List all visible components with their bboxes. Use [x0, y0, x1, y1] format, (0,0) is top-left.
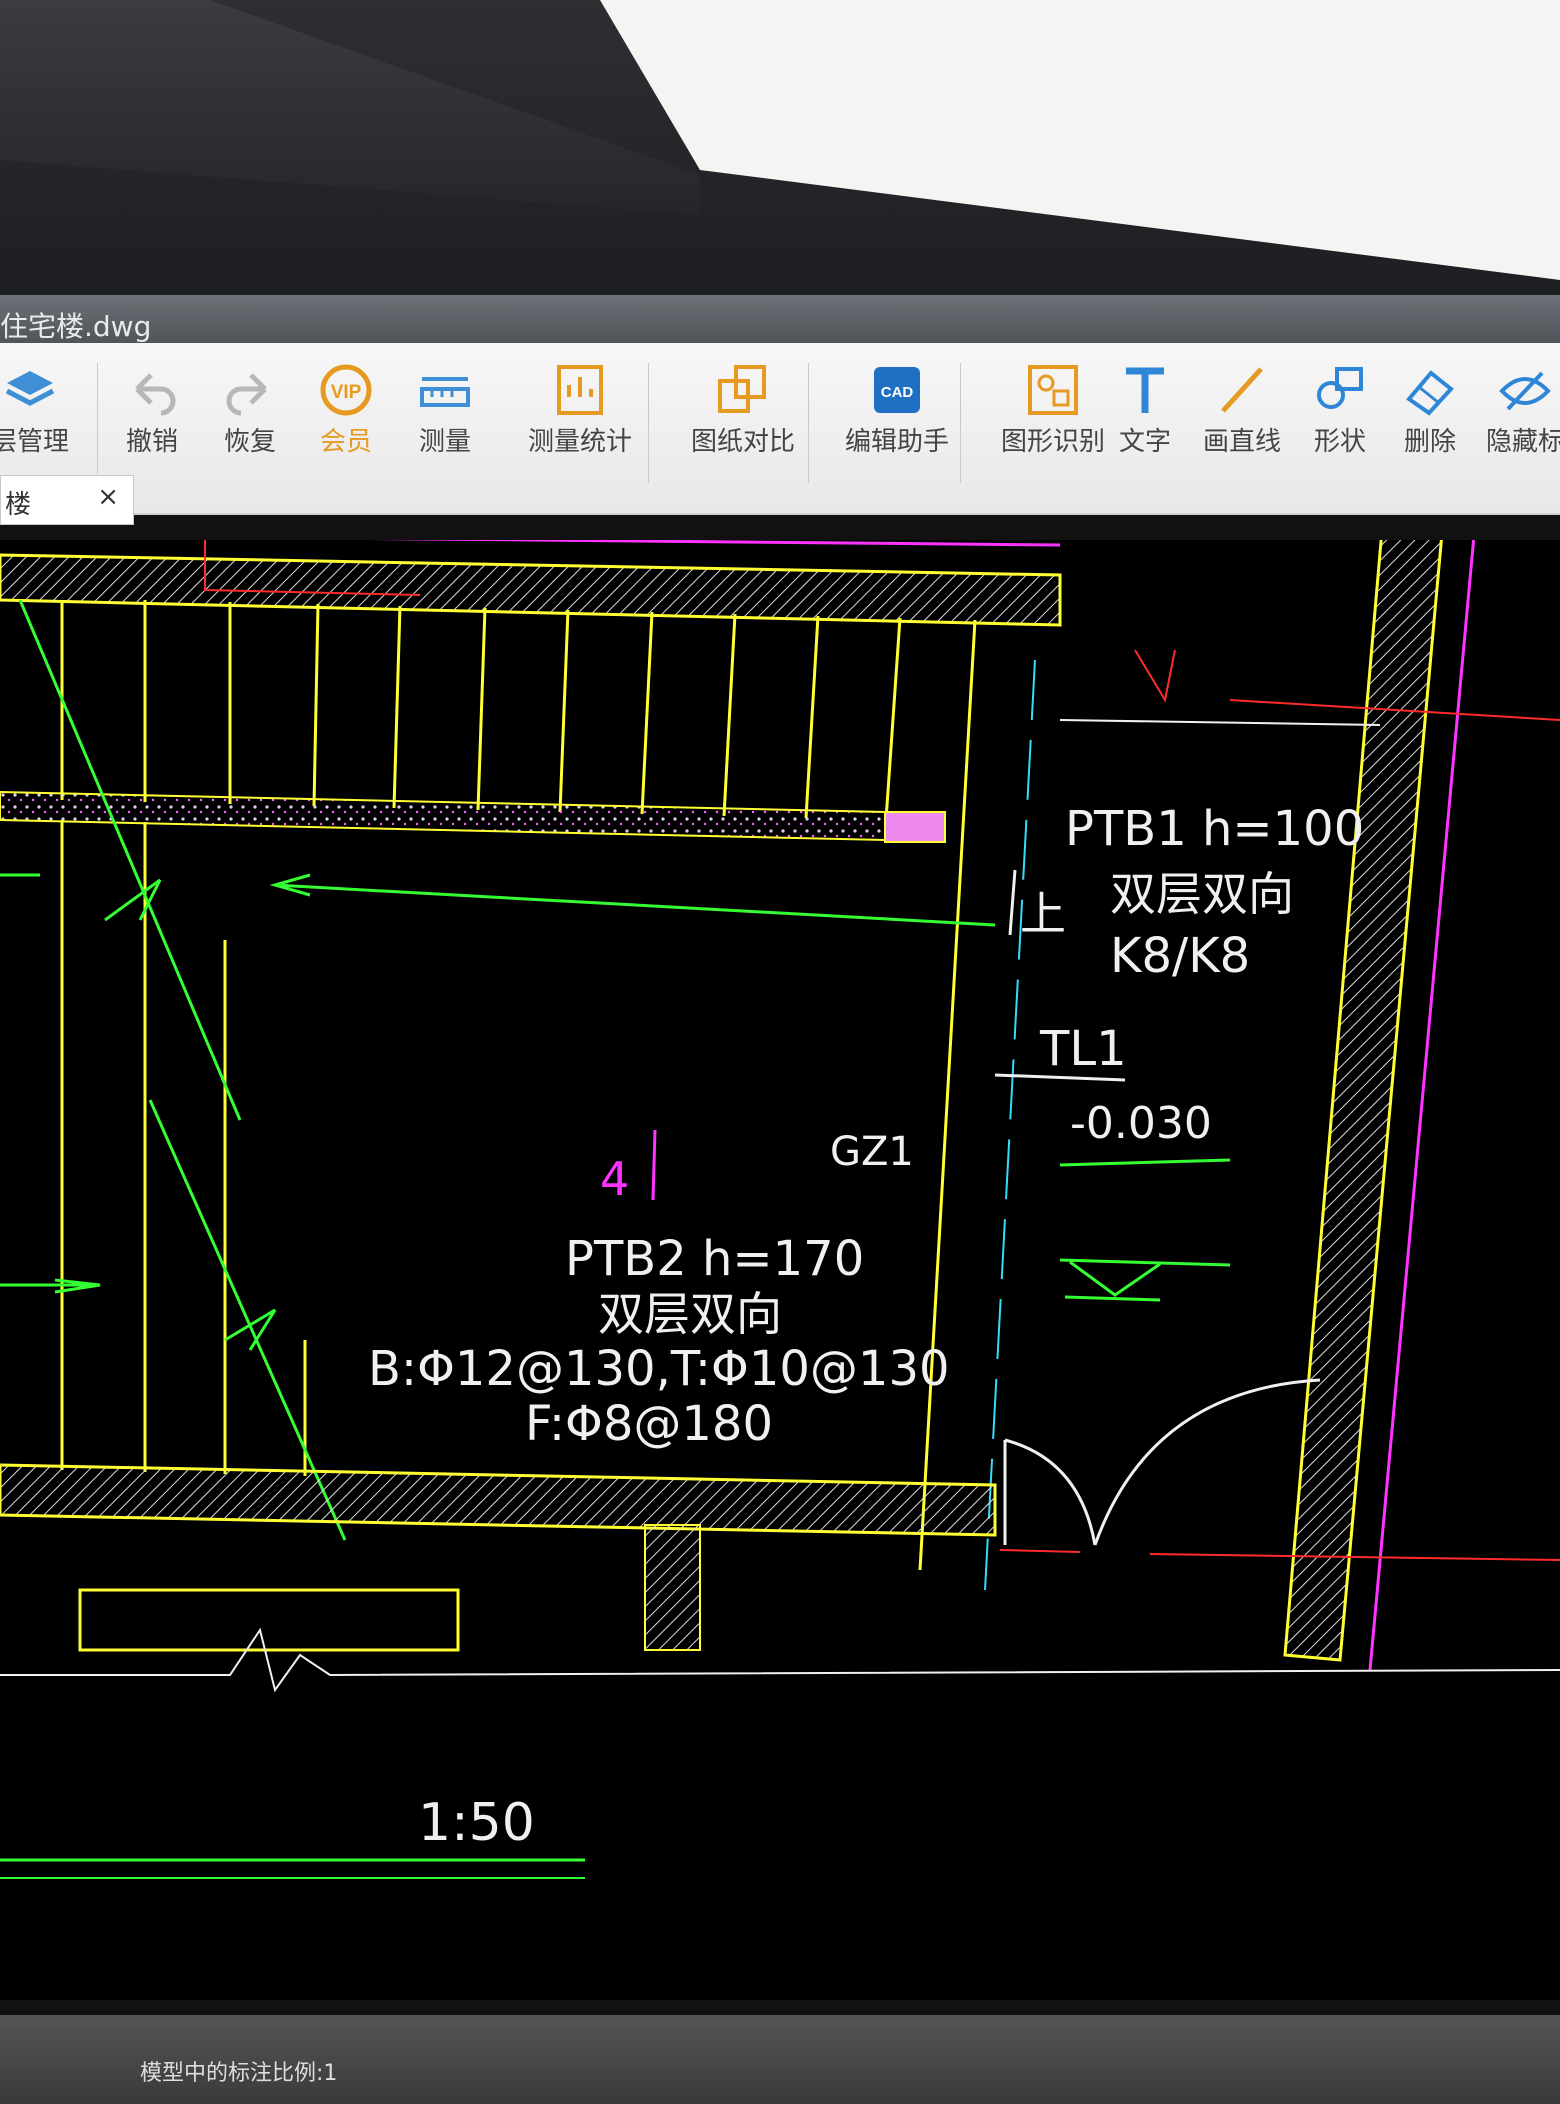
ribbon-toolbar: 层管理 撤销 恢复 VIP 会员 测量 测量统计 图纸对比 CAD 编辑助手 图… — [0, 343, 1560, 515]
layer-manager-label: 层管理 — [0, 427, 69, 457]
close-tab-icon[interactable]: × — [97, 482, 119, 512]
window-title: 住宅楼.dwg — [0, 310, 152, 343]
ptb1-rebar: K8/K8 — [1110, 928, 1250, 984]
shape-icon — [1317, 367, 1363, 409]
vip-icon: VIP — [320, 364, 372, 416]
toolbar-separator — [960, 363, 961, 483]
hide-annotation-label: 隐藏标 — [1485, 427, 1560, 457]
delete-label: 删除 — [1403, 427, 1456, 457]
status-bar: 模型中的标注比例:1 — [0, 2015, 1560, 2104]
column-label: GZ1 — [830, 1129, 914, 1175]
vip-label: 会员 — [319, 427, 372, 457]
ptb2-layers: 双层双向 — [598, 1287, 782, 1341]
toolbar-separator — [808, 363, 809, 483]
svg-text:VIP: VIP — [331, 382, 362, 403]
ptb2-label: PTB2 h=170 — [565, 1231, 864, 1287]
draw-line-icon — [1221, 367, 1263, 413]
ptb2-rebar-dist: F:Φ8@180 — [525, 1396, 773, 1452]
compare-drawings-button[interactable]: 图纸对比 — [668, 361, 818, 458]
axis-tick — [651, 1129, 657, 1201]
ruler-icon — [420, 377, 470, 407]
shape-tool-button[interactable]: 形状 — [1285, 361, 1395, 458]
eraser-icon — [1406, 370, 1454, 416]
up-arrow-line — [1008, 869, 1017, 936]
measure-button[interactable]: 测量 — [385, 361, 505, 458]
measure-stats-button[interactable]: 测量统计 — [505, 361, 655, 458]
layer-manager-button[interactable]: 层管理 — [0, 361, 90, 458]
measure-label: 测量 — [418, 427, 471, 457]
cad-drawing: PTB1 h=100 双层双向 K8/K8 上 TL1 -0.030 GZ1 4… — [0, 540, 1560, 1879]
partition-line — [1059, 719, 1381, 726]
hide-annotation-icon — [1499, 371, 1551, 411]
beam-label: TL1 — [1039, 1021, 1127, 1077]
gz1-column — [884, 811, 946, 843]
landing-beam — [0, 790, 886, 842]
title-bar: 住宅楼.dwg — [0, 295, 1560, 343]
compare-drawings-label: 图纸对比 — [690, 427, 795, 457]
grid-axis-line — [984, 659, 1036, 1591]
ptb2-rebar-main: B:Φ12@130,T:Φ10@130 — [368, 1341, 950, 1397]
top-wall-hatch — [0, 553, 1062, 627]
edit-assistant-button[interactable]: CAD 编辑助手 — [822, 361, 972, 458]
edit-assistant-label: 编辑助手 — [844, 427, 949, 457]
draw-line-label: 画直线 — [1202, 427, 1281, 457]
undo-icon — [135, 373, 176, 416]
toolbar-separator — [648, 363, 649, 483]
cad-edit-assistant-icon: CAD — [874, 367, 920, 413]
elevation-label: -0.030 — [1070, 1098, 1212, 1149]
drawing-scale: 1:50 — [418, 1793, 535, 1853]
measure-stats-label: 测量统计 — [527, 427, 632, 457]
redo-icon — [226, 373, 267, 416]
ptb1-layers: 双层双向 — [1110, 867, 1294, 921]
draw-line-button[interactable]: 画直线 — [1182, 361, 1302, 458]
undo-label: 撤销 — [125, 427, 178, 457]
redo-label: 恢复 — [223, 427, 276, 457]
magenta-boundary-line — [370, 540, 1061, 547]
door-swing — [1003, 1378, 1321, 1546]
axis-number: 4 — [600, 1152, 629, 1206]
document-tab[interactable]: 楼 × — [0, 475, 134, 525]
text-icon — [1126, 367, 1164, 413]
stair-treads-lower — [60, 820, 307, 1476]
stair-treads-upper — [60, 600, 977, 1571]
hide-annotation-button[interactable]: 隐藏标 — [1470, 361, 1560, 458]
wall-stub-hatch — [644, 1524, 701, 1651]
document-tab-label: 楼 — [5, 490, 32, 520]
ptb1-label: PTB1 h=100 — [1065, 801, 1364, 857]
annotation-scale-status: 模型中的标注比例:1 — [140, 2061, 338, 2086]
compare-drawings-icon — [718, 365, 766, 413]
layers-icon — [5, 371, 55, 406]
bottom-wall-hatch — [0, 1463, 997, 1537]
shape-recognition-icon — [1028, 365, 1078, 415]
measure-stats-icon — [557, 365, 603, 415]
bottom-element — [78, 1588, 460, 1652]
stair-up-label: 上 — [1020, 887, 1066, 941]
elevation-symbol — [1059, 1258, 1231, 1302]
shape-tool-label: 形状 — [1313, 427, 1366, 457]
svg-text:CAD: CAD — [881, 384, 914, 401]
delete-button[interactable]: 删除 — [1380, 361, 1480, 458]
drawing-canvas[interactable]: PTB1 h=100 双层双向 K8/K8 上 TL1 -0.030 GZ1 4… — [0, 540, 1560, 2000]
text-tool-label: 文字 — [1118, 427, 1171, 457]
